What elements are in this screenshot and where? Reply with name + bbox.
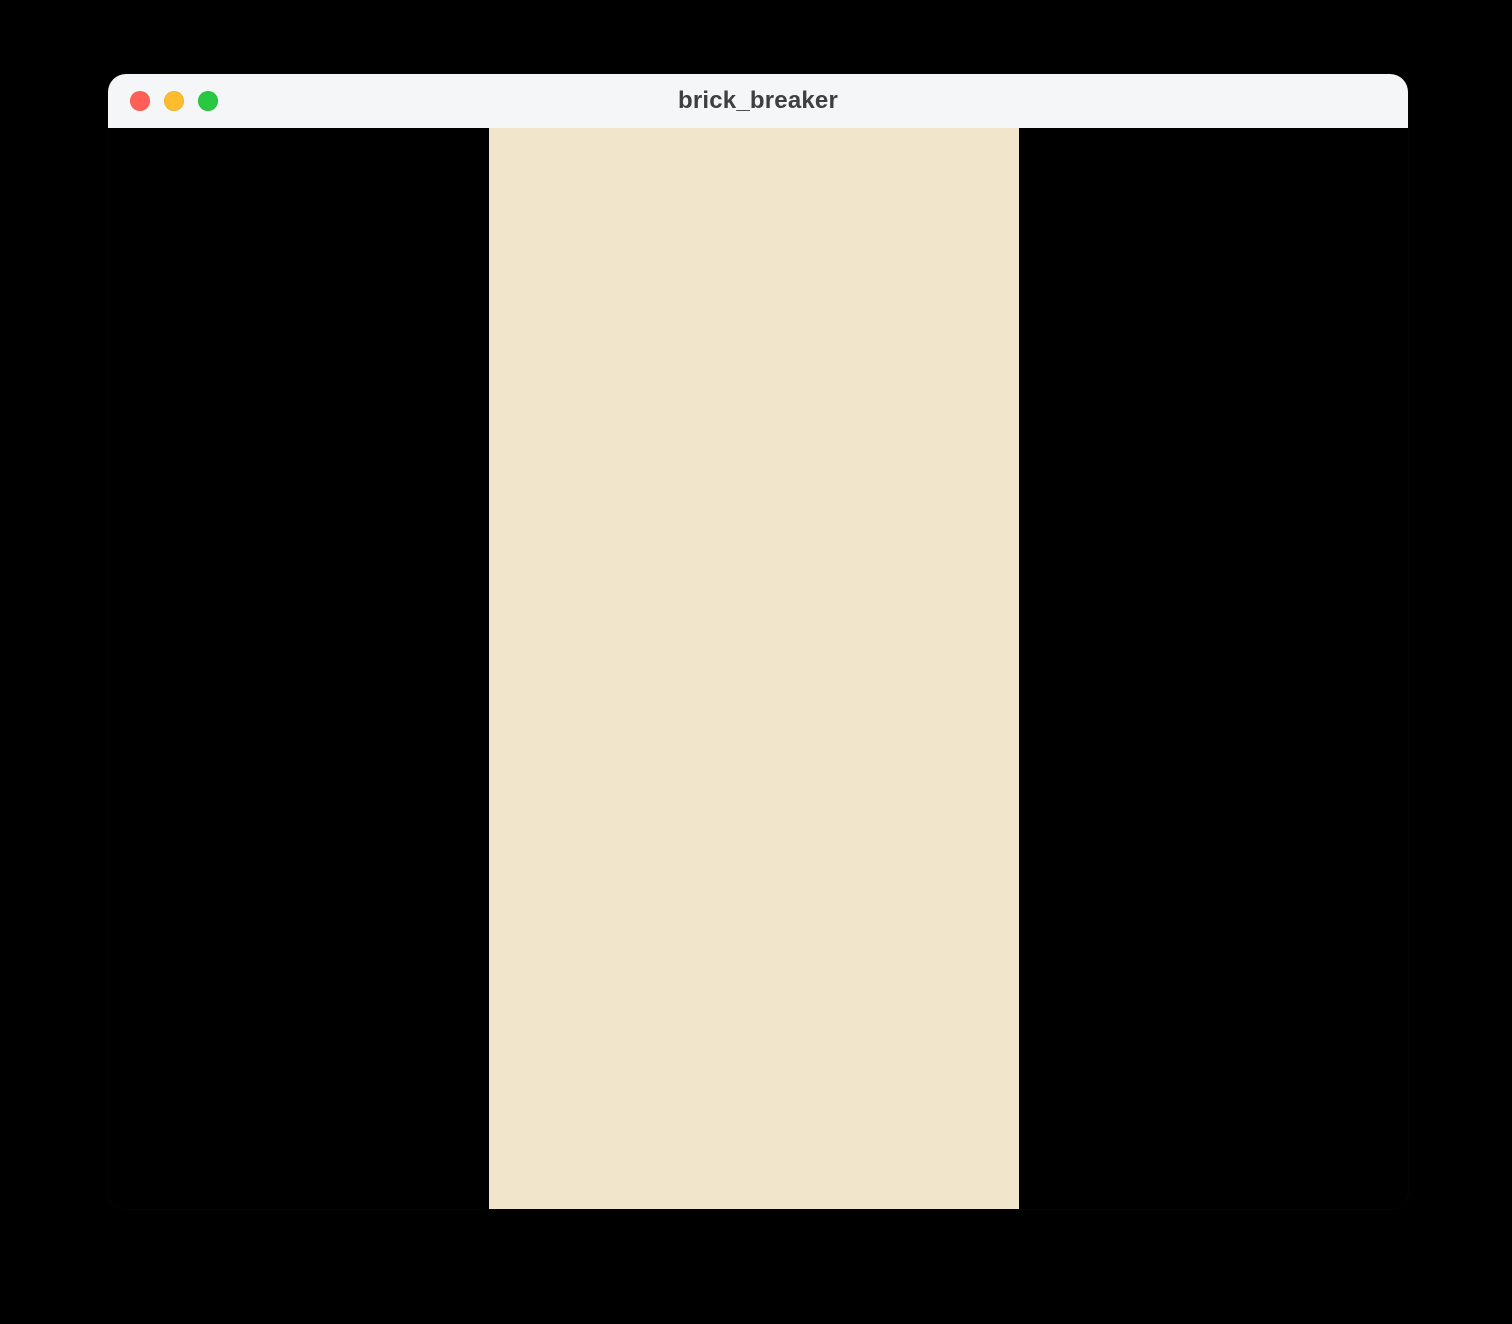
traffic-lights: [130, 91, 218, 111]
minimize-icon[interactable]: [164, 91, 184, 111]
window-titlebar[interactable]: brick_breaker: [108, 74, 1408, 128]
close-icon[interactable]: [130, 91, 150, 111]
game-canvas[interactable]: [489, 128, 1019, 1209]
window-title: brick_breaker: [108, 87, 1408, 115]
app-window: brick_breaker: [108, 74, 1408, 1209]
maximize-icon[interactable]: [198, 91, 218, 111]
window-content: [108, 128, 1408, 1209]
